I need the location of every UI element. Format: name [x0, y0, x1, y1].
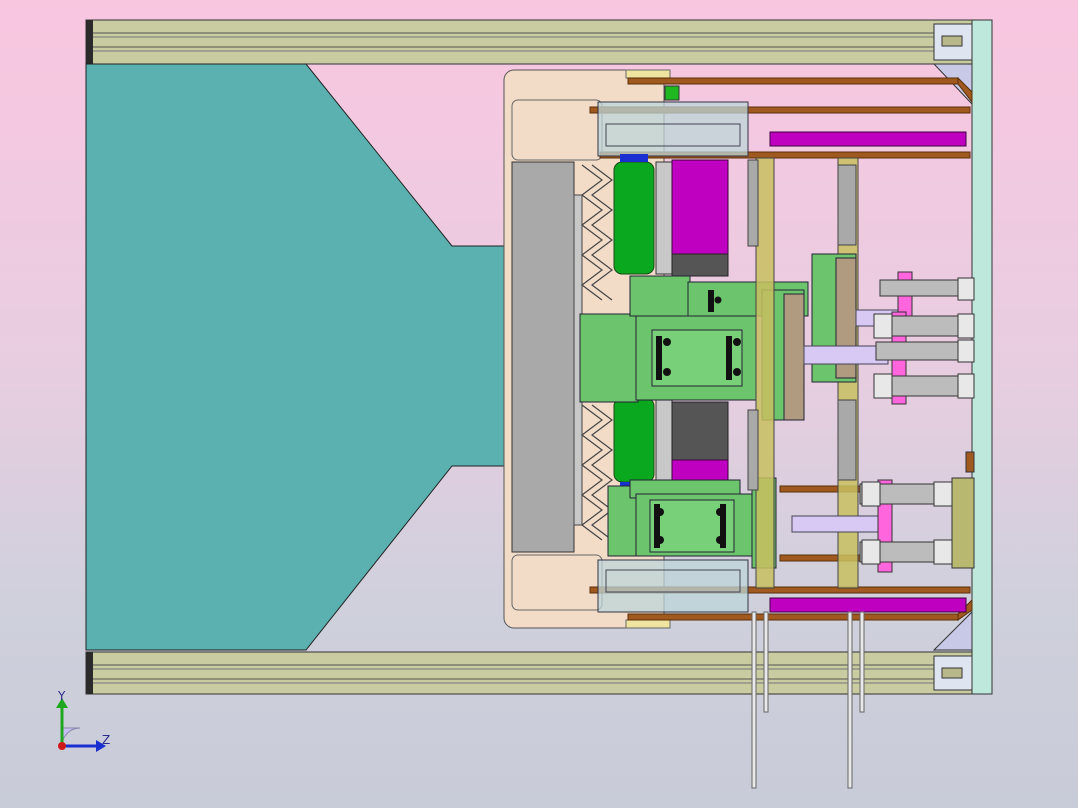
cad-viewport[interactable]: Y Z: [0, 0, 1078, 808]
olive-end-block[interactable]: [951, 451, 975, 569]
magenta-cylinder-bottom[interactable]: [671, 401, 729, 485]
axis-triad[interactable]: Y Z: [56, 689, 110, 752]
guide-housing-bottom[interactable]: [597, 559, 749, 613]
z-axis-label: Z: [102, 733, 110, 747]
magenta-cylinder-top[interactable]: [671, 159, 729, 277]
green-block-lower[interactable]: [607, 477, 777, 569]
backing-plate[interactable]: [511, 161, 583, 553]
nozzle-body[interactable]: [85, 63, 513, 651]
bottom-rail[interactable]: [85, 651, 977, 695]
y-axis-label: Y: [57, 689, 66, 703]
green-cylinder-top[interactable]: [613, 161, 673, 275]
top-rail[interactable]: [85, 19, 977, 65]
blue-marker-top: [620, 154, 648, 162]
green-cylinder-bottom[interactable]: [613, 397, 673, 483]
x-axis-dot: [58, 742, 66, 750]
ejector-pins[interactable]: [751, 611, 865, 789]
